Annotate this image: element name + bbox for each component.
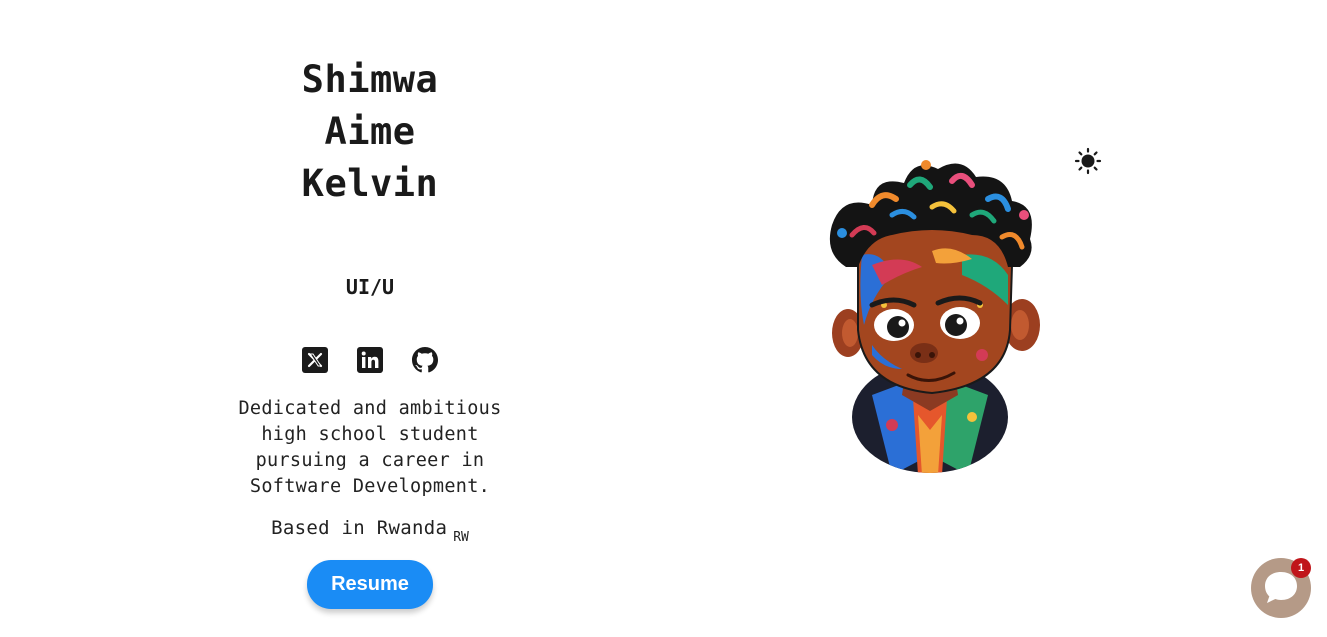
github-icon: [412, 347, 438, 373]
github-link[interactable]: [412, 347, 438, 373]
chat-notification-badge: 1: [1291, 558, 1311, 578]
profile-name: Shimwa Aime Kelvin: [190, 54, 550, 210]
location-text: Based in Rwanda: [271, 517, 448, 539]
sun-icon[interactable]: [1074, 147, 1102, 175]
resume-button[interactable]: Resume: [307, 560, 433, 609]
bio-text: Dedicated and ambitious high school stud…: [238, 398, 502, 497]
name-middle: Aime: [324, 110, 416, 153]
linkedin-link[interactable]: [357, 347, 383, 373]
rwanda-flag: RW: [453, 530, 469, 545]
portfolio-page: Shimwa Aime Kelvin UI/U Dedicated and am…: [0, 0, 1327, 637]
linkedin-icon: [357, 347, 383, 373]
x-twitter-icon: [302, 347, 328, 373]
name-first: Shimwa: [301, 58, 439, 101]
location: Based in Rwanda RW: [190, 515, 550, 551]
avatar-illustration: [829, 160, 1040, 473]
name-last: Kelvin: [301, 162, 439, 205]
role-typewriter: UI/U: [345, 275, 395, 299]
social-links: [190, 347, 550, 373]
x-twitter-link[interactable]: [302, 347, 328, 373]
